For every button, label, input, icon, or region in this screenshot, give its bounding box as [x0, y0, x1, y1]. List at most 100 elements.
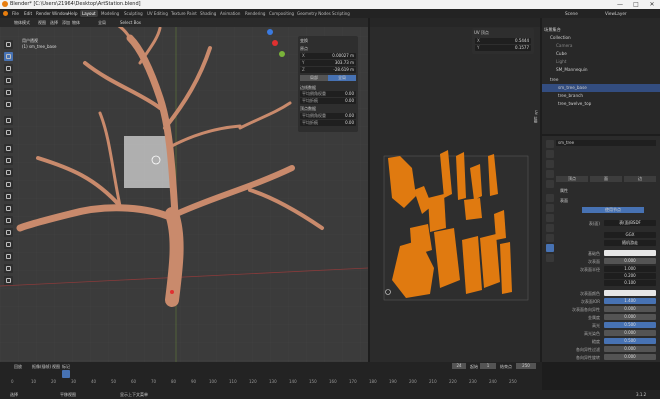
tab-shading[interactable]: Shading	[198, 10, 218, 17]
sss-method-field[interactable]: 随机游走	[556, 240, 658, 247]
annotate-tool-icon[interactable]	[4, 116, 13, 125]
rotate-tool-icon[interactable]	[4, 76, 13, 85]
data-props-tab-icon[interactable]	[546, 234, 554, 242]
current-frame-field[interactable]: 24	[452, 363, 466, 369]
object-name-field[interactable]: sm_tree	[556, 140, 656, 146]
prop-row-1[interactable]: 次表面 0.000	[556, 258, 658, 265]
menu-window[interactable]: Window	[52, 11, 69, 16]
select-box-tool-icon[interactable]	[4, 52, 13, 61]
uv-sidebar-tab[interactable]: UV 拉伸	[534, 110, 539, 123]
gizmo-x-icon[interactable]	[272, 40, 278, 46]
inset-tool-icon[interactable]	[4, 156, 13, 165]
uv-y-field[interactable]: Y 0.1577	[475, 45, 531, 51]
end-frame-field[interactable]: 250	[516, 363, 536, 369]
scene-props-tab-icon[interactable]	[546, 170, 554, 178]
add-menu[interactable]: 添加	[62, 20, 70, 26]
outliner-item-camera[interactable]: Camera	[556, 42, 660, 50]
gizmo-z-icon[interactable]	[267, 29, 273, 35]
tab-texture-paint[interactable]: Texture Paint	[169, 10, 199, 17]
face-tab[interactable]: 面	[590, 176, 622, 182]
tab-geometry-nodes[interactable]: Geometry Nodes	[295, 10, 333, 17]
outliner-item-collection[interactable]: Collection	[550, 34, 660, 42]
tab-layout[interactable]: Layout	[80, 10, 98, 17]
close-button[interactable]: ✕	[644, 0, 660, 9]
surface-field[interactable]: 表(面) 表(面)BSDF	[556, 220, 658, 227]
scene-selector[interactable]: Scene	[565, 11, 578, 16]
shear-tool-icon[interactable]	[4, 264, 13, 273]
loop-cut-tool-icon[interactable]	[4, 180, 13, 189]
vertex-crease-field[interactable]: 平均折痕 0.00	[300, 120, 356, 126]
origin-z-field[interactable]: Z -28.619 m	[300, 67, 356, 73]
outliner-item-cube[interactable]: Cube	[556, 50, 660, 58]
cursor-tool-icon[interactable]	[4, 40, 13, 49]
extrude-tool-icon[interactable]	[4, 144, 13, 153]
section-surface[interactable]: 表面	[560, 198, 568, 204]
outliner-item-tree-twelve-top[interactable]: tree_twelve_top	[558, 100, 660, 108]
origin-y-field[interactable]: Y 303.73 m	[300, 60, 356, 66]
cube-object[interactable]	[124, 136, 170, 188]
blender-menu-icon[interactable]	[3, 11, 8, 16]
spin-tool-icon[interactable]	[4, 216, 13, 225]
prop-row-5[interactable]: 次表面颜色	[556, 290, 658, 297]
select-box-dropdown[interactable]: Select Box	[120, 20, 141, 25]
maximize-button[interactable]: □	[628, 0, 644, 9]
origin-x-field[interactable]: X 0.00027 m	[300, 53, 356, 59]
object-props-tab-icon[interactable]	[546, 194, 554, 202]
menu-file[interactable]: File	[12, 11, 19, 16]
distribution-field[interactable]: GGX	[556, 232, 658, 239]
rip-tool-icon[interactable]	[4, 276, 13, 285]
material-props-tab-icon[interactable]	[546, 244, 554, 252]
tab-compositing[interactable]: Compositing	[267, 10, 296, 17]
tab-sculpting[interactable]: Sculpting	[122, 10, 145, 17]
start-frame-field[interactable]: 1	[480, 363, 496, 369]
physics-props-tab-icon[interactable]	[546, 224, 554, 232]
gizmo-y-icon[interactable]	[279, 51, 285, 57]
object-menu[interactable]: 物体	[72, 20, 80, 26]
global-dropdown[interactable]: 全局	[98, 20, 106, 26]
timeline-ruler[interactable]: 0 10 20 30 40 50 60 70 80 90 100 110 120…	[0, 370, 542, 390]
shrink-tool-icon[interactable]	[4, 252, 13, 261]
uv-editor[interactable]	[370, 18, 540, 362]
uv-x-field[interactable]: X 0.5444	[475, 38, 531, 44]
prop-row-10[interactable]: 高光染色 0.000	[556, 330, 658, 337]
prop-row-11[interactable]: 糙度 0.500	[556, 338, 658, 345]
local-toggle[interactable]: 局部	[300, 75, 328, 81]
scale-tool-icon[interactable]	[4, 88, 13, 97]
outliner-item-sm-tree-base[interactable]: sm_tree_base	[542, 84, 660, 92]
playhead[interactable]	[62, 370, 70, 378]
particles-props-tab-icon[interactable]	[546, 214, 554, 222]
prop-row-2[interactable]: 次表面半径 1.000	[556, 266, 658, 273]
prop-row-7[interactable]: 次表面各向异性 0.000	[556, 306, 658, 313]
menu-render[interactable]: Render	[36, 11, 51, 16]
tab-modeling[interactable]: Modeling	[99, 10, 121, 17]
mode-dropdown[interactable]: 物体模式	[14, 20, 30, 26]
prop-row-13[interactable]: 各向异性旋转 0.000	[556, 354, 658, 361]
outliner-item-light[interactable]: Light	[556, 58, 660, 66]
select-menu[interactable]: 选择	[50, 20, 58, 26]
use-nodes-button[interactable]: 使用节点	[582, 207, 644, 213]
global-toggle[interactable]: 全局	[328, 75, 356, 81]
view-menu[interactable]: 视图	[38, 20, 46, 26]
output-props-tab-icon[interactable]	[546, 160, 554, 168]
knife-tool-icon[interactable]	[4, 192, 13, 201]
prop-row-12[interactable]: 各向异性过滤 0.000	[556, 346, 658, 353]
bevel-tool-icon[interactable]	[4, 168, 13, 177]
tab-uv-editing[interactable]: UV Editing	[145, 10, 170, 17]
menu-edit[interactable]: Edit	[24, 11, 32, 16]
view-layer-selector[interactable]: ViewLayer	[605, 11, 627, 16]
texture-props-tab-icon[interactable]	[546, 254, 554, 262]
tool-props-tab-icon[interactable]	[546, 140, 554, 148]
outliner-root[interactable]: 场景集合	[544, 26, 658, 34]
edge-crease-field[interactable]: 平均折痕 0.00	[300, 98, 356, 104]
move-tool-icon[interactable]	[4, 64, 13, 73]
outliner-item-tree-branch[interactable]: tree_branch	[558, 92, 660, 100]
minimize-button[interactable]: —	[612, 0, 628, 9]
prop-row-6[interactable]: 次表面IOR 1.400	[556, 298, 658, 305]
tab-animation[interactable]: Animation	[218, 10, 242, 17]
prop-row-9[interactable]: 高光 0.500	[556, 322, 658, 329]
prop-row-3[interactable]: 0.200	[556, 273, 658, 280]
vertex-bevel-field[interactable]: 平均倒角权重 0.00	[300, 113, 356, 119]
world-props-tab-icon[interactable]	[546, 180, 554, 188]
tab-scripting[interactable]: Scripting	[330, 10, 352, 17]
outliner-item-tree[interactable]: tree	[550, 76, 660, 84]
